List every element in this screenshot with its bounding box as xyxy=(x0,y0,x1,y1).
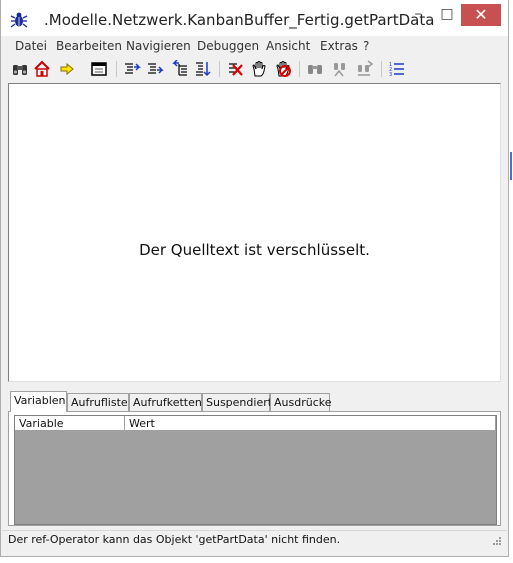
close-button[interactable]: ✕ xyxy=(461,4,501,26)
menu-ansicht[interactable]: Ansicht xyxy=(266,39,310,53)
window-title: .Modelle.Netzwerk.KanbanBuffer_Fertig.ge… xyxy=(44,11,435,29)
status-text: Der ref-Operator kann das Objekt 'getPar… xyxy=(8,533,341,546)
menu-navigieren[interactable]: Navigieren xyxy=(126,39,191,53)
svg-text:3: 3 xyxy=(389,72,392,78)
tab-aufrufliste[interactable]: Aufrufliste xyxy=(67,393,129,411)
menu-debuggen[interactable]: Debuggen xyxy=(197,39,259,53)
home-icon[interactable] xyxy=(33,60,51,78)
column-header-variable[interactable]: Variable xyxy=(15,416,125,431)
variables-panel: Variable Wert xyxy=(8,411,501,526)
numbered-list-icon[interactable]: 123 xyxy=(388,60,406,78)
binoculars-icon[interactable] xyxy=(11,60,29,78)
source-code-pane[interactable]: Der Quelltext ist verschlüsselt. xyxy=(8,83,501,382)
tab-variablen[interactable]: Variablen xyxy=(10,391,67,412)
title-bar: .Modelle.Netzwerk.KanbanBuffer_Fertig.ge… xyxy=(1,0,508,36)
bug-icon xyxy=(10,12,28,28)
toolbar-separator xyxy=(116,61,117,77)
menu-bar: Datei Bearbeiten Navigieren Debuggen Ans… xyxy=(2,36,507,56)
variables-table[interactable]: Variable Wert xyxy=(14,415,497,525)
tab-suspendiert[interactable]: Suspendiert xyxy=(202,393,272,411)
tab-aufrufketten[interactable]: Aufrufketten xyxy=(129,393,202,411)
menu-bearbeiten[interactable]: Bearbeiten xyxy=(56,39,122,53)
window-icon[interactable] xyxy=(90,60,108,78)
step-into-icon[interactable] xyxy=(123,60,141,78)
menu-help[interactable]: ? xyxy=(363,39,369,53)
resize-grip-icon[interactable] xyxy=(491,535,501,545)
menu-extras[interactable]: Extras xyxy=(320,39,358,53)
toolbar: 123 xyxy=(2,57,507,81)
maximize-button[interactable]: □ xyxy=(434,4,460,26)
arrow-right-icon[interactable] xyxy=(58,60,76,78)
tab-ausdruecke[interactable]: Ausdrücke xyxy=(270,393,332,411)
minimize-button[interactable]: – xyxy=(405,4,431,26)
step-down-icon[interactable] xyxy=(194,60,212,78)
background-window-edge xyxy=(510,152,512,180)
toolbar-separator xyxy=(219,61,220,77)
column-header-wert[interactable]: Wert xyxy=(125,416,496,431)
replace-icon[interactable] xyxy=(356,60,374,78)
toolbar-separator xyxy=(381,61,382,77)
menu-datei[interactable]: Datei xyxy=(15,39,47,53)
find-next-icon[interactable] xyxy=(331,60,349,78)
delete-breakpoint-icon[interactable] xyxy=(226,60,244,78)
toolbar-separator xyxy=(299,61,300,77)
step-out-icon[interactable] xyxy=(171,60,189,78)
hand-icon[interactable] xyxy=(250,60,268,78)
status-bar: Der ref-Operator kann das Objekt 'getPar… xyxy=(2,530,507,548)
debug-tabs: Variablen Aufrufliste Aufrufketten Suspe… xyxy=(8,391,501,412)
find-icon[interactable] xyxy=(306,60,324,78)
step-over-icon[interactable] xyxy=(146,60,164,78)
encrypted-source-message: Der Quelltext ist verschlüsselt. xyxy=(139,241,370,259)
debugger-window: .Modelle.Netzwerk.KanbanBuffer_Fertig.ge… xyxy=(0,0,509,557)
stop-hand-icon[interactable] xyxy=(274,60,292,78)
